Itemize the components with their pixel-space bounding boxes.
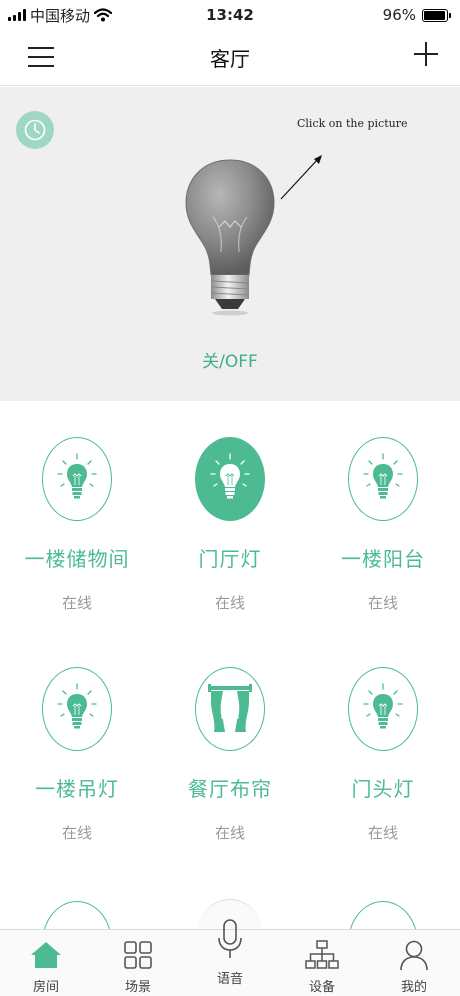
timer-icon[interactable] bbox=[16, 111, 54, 149]
tab-rooms[interactable]: 房间 bbox=[0, 930, 92, 996]
device-grid: 一楼储物间 在线 门厅灯 在线 一楼阳台 在线 一楼吊灯 在线 餐厅布帘 在线 … bbox=[0, 401, 460, 929]
device-status: 在线 bbox=[214, 824, 245, 842]
device-name: 门厅灯 bbox=[198, 547, 262, 571]
device-name: 一楼储物间 bbox=[24, 547, 130, 571]
battery-fill bbox=[424, 10, 446, 20]
room-light-panel: Click on the picture 关/OFF bbox=[0, 87, 460, 401]
bulb-icon bbox=[42, 667, 112, 751]
bulb-icon bbox=[42, 437, 112, 521]
hint-text: Click on the picture bbox=[297, 117, 408, 130]
user-icon bbox=[399, 938, 429, 972]
device-status: 在线 bbox=[367, 824, 398, 842]
bulb-icon bbox=[348, 667, 418, 751]
device-card[interactable]: 餐厅布帘 在线 bbox=[153, 667, 307, 843]
curtain-icon bbox=[195, 667, 265, 751]
tab-label: 我的 bbox=[400, 980, 427, 995]
header: 客厅 bbox=[0, 30, 460, 86]
battery-icon bbox=[422, 8, 451, 22]
tab-profile[interactable]: 我的 bbox=[368, 930, 460, 996]
status-bar: 中国移动 13:42 96% bbox=[0, 0, 460, 30]
tab-scenes[interactable]: 场景 bbox=[92, 930, 184, 996]
tab-voice[interactable]: 语音 bbox=[184, 910, 276, 996]
bulb-icon bbox=[348, 437, 418, 521]
network-icon bbox=[305, 938, 339, 972]
signal-icon bbox=[8, 9, 26, 21]
device-card[interactable]: 一楼阳台 在线 bbox=[306, 437, 460, 613]
device-card-partial[interactable] bbox=[42, 901, 112, 929]
wifi-icon bbox=[94, 8, 113, 22]
page-title: 客厅 bbox=[210, 47, 250, 71]
status-left: 中国移动 bbox=[8, 5, 113, 26]
tab-label: 房间 bbox=[32, 980, 59, 995]
device-card[interactable]: 一楼储物间 在线 bbox=[0, 437, 154, 613]
device-name: 一楼吊灯 bbox=[35, 777, 119, 801]
home-icon bbox=[30, 938, 62, 972]
status-right: 96% bbox=[382, 6, 451, 24]
carrier-label: 中国移动 bbox=[30, 6, 91, 25]
menu-icon[interactable] bbox=[28, 44, 54, 70]
device-name: 门头灯 bbox=[351, 777, 415, 801]
device-status: 在线 bbox=[367, 594, 398, 612]
grid-icon bbox=[123, 938, 153, 972]
device-status: 在线 bbox=[61, 594, 92, 612]
arrow-icon bbox=[280, 155, 322, 200]
bulb-icon bbox=[195, 437, 265, 521]
device-card[interactable]: 门头灯 在线 bbox=[306, 667, 460, 843]
microphone-icon bbox=[216, 918, 244, 960]
tab-devices[interactable]: 设备 bbox=[276, 930, 368, 996]
tab-label: 场景 bbox=[124, 980, 151, 995]
device-card[interactable]: 一楼吊灯 在线 bbox=[0, 667, 154, 843]
device-status: 在线 bbox=[214, 594, 245, 612]
bulb-icon[interactable] bbox=[183, 157, 277, 317]
device-status: 在线 bbox=[61, 824, 92, 842]
device-card[interactable]: 门厅灯 在线 bbox=[153, 437, 307, 613]
device-name: 一楼阳台 bbox=[341, 547, 425, 571]
power-state-label: 关/OFF bbox=[202, 352, 258, 372]
tab-label: 设备 bbox=[308, 980, 335, 995]
plus-icon[interactable] bbox=[414, 42, 438, 66]
battery-percent: 96% bbox=[382, 6, 416, 24]
tab-label: 语音 bbox=[216, 972, 243, 987]
device-name: 餐厅布帘 bbox=[188, 777, 272, 801]
device-card-partial[interactable] bbox=[348, 901, 418, 929]
